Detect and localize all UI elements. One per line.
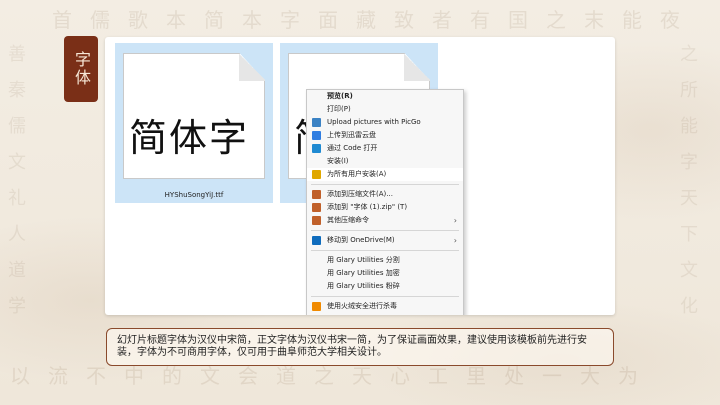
page-fold-icon [239, 53, 265, 81]
picgo-icon [312, 118, 321, 127]
font-file-item[interactable]: 简体字 HYShuSongYiJ.ttf [115, 43, 273, 203]
menu-separator [311, 230, 459, 231]
context-menu-item[interactable]: 用 Glary Utilities 加密 [307, 267, 463, 280]
cloud-upload-icon [312, 131, 321, 140]
context-menu-item[interactable]: 使用火绒安全粉碎文件› [307, 313, 463, 315]
slide-note-text: 幻灯片标题字体为汉仪中宋简，正文字体为汉仪书宋一简，为了保证画面效果，建议使用该… [117, 335, 587, 358]
section-tag-label: 字体 [72, 51, 91, 87]
archive-icon [312, 203, 321, 212]
context-menu-item[interactable]: 使用火绒安全进行杀毒 [307, 300, 463, 313]
chevron-right-icon: › [454, 313, 457, 315]
menu-item-label: 上传到迅雷云盘 [327, 131, 376, 139]
menu-item-label: 添加到压缩文件(A)... [327, 190, 393, 198]
font-preview-text: 简体字 [129, 116, 250, 160]
background-column-left: 善秦儒文礼人道学 [8, 44, 26, 317]
background-column-right: 之所能字天下文化 [680, 44, 698, 317]
menu-item-label: 使用火绒安全进行杀毒 [327, 302, 397, 310]
menu-item-label: 预览(R) [327, 92, 353, 100]
menu-item-label: Upload pictures with PicGo [327, 118, 421, 126]
chevron-right-icon: › [453, 216, 457, 225]
shield-icon [312, 170, 321, 179]
menu-item-label: 用 Glary Utilities 加密 [327, 269, 400, 277]
section-tag: 字体 [64, 36, 98, 102]
menu-item-label: 其他压缩命令 [327, 216, 369, 224]
menu-item-label: 打印(P) [327, 105, 351, 113]
chevron-right-icon: › [453, 236, 457, 245]
context-menu-item[interactable]: 通过 Code 打开 [307, 142, 463, 155]
menu-separator [311, 296, 459, 297]
vscode-icon [312, 144, 321, 153]
context-menu-item[interactable]: 打印(P) [307, 103, 463, 116]
onedrive-icon [312, 236, 321, 245]
context-menu-item[interactable]: 其他压缩命令 › [307, 214, 463, 227]
context-menu-item[interactable]: 安装(I) [307, 155, 463, 168]
context-menu-item[interactable]: 添加到 "字体 (1).zip" (T) [307, 201, 463, 214]
context-menu-item[interactable]: 预览(R) [307, 90, 463, 103]
huorong-icon [312, 302, 321, 311]
slide-note: 幻灯片标题字体为汉仪中宋简，正文字体为汉仪书宋一简，为了保证画面效果，建议使用该… [106, 328, 614, 366]
archive-icon [312, 216, 321, 225]
menu-item-label: 移动到 OneDrive(M) [327, 236, 395, 244]
context-menu: 预览(R) 打印(P) Upload pictures with PicGo 上传到迅… [306, 89, 464, 315]
explorer-screenshot: 简体字 HYShuSongYiJ.ttf 简 预览(R)打印(P)Upload … [105, 37, 615, 315]
menu-separator [311, 184, 459, 185]
menu-item-label: 用 Glary Utilities 粉碎 [327, 282, 400, 290]
file-name: HYShuSongYiJ.ttf [164, 191, 224, 199]
menu-item-label: 用 Glary Utilities 分割 [327, 256, 400, 264]
context-menu-item[interactable]: 用 Glary Utilities 分割 [307, 254, 463, 267]
background-calligraphy-bottom: 以流不中的文会道之天心工里处一大为 [10, 364, 638, 388]
context-menu-item[interactable]: 用 Glary Utilities 粉碎 [307, 280, 463, 293]
context-menu-item[interactable]: 为所有用户安装(A) [307, 168, 463, 181]
menu-separator [311, 250, 459, 251]
menu-item-label: 安装(I) [327, 157, 349, 165]
menu-item-label: 添加到 "字体 (1).zip" (T) [327, 203, 408, 211]
page-fold-icon [404, 53, 430, 81]
context-menu-item[interactable]: 上传到迅雷云盘 [307, 129, 463, 142]
menu-item-label: 为所有用户安装(A) [327, 170, 387, 178]
context-menu-item[interactable]: 添加到压缩文件(A)... [307, 188, 463, 201]
menu-item-label: 通过 Code 打开 [327, 144, 378, 152]
context-menu-item[interactable]: 移动到 OneDrive(M) › [307, 234, 463, 247]
context-menu-item[interactable]: Upload pictures with PicGo [307, 116, 463, 129]
archive-icon [312, 190, 321, 199]
